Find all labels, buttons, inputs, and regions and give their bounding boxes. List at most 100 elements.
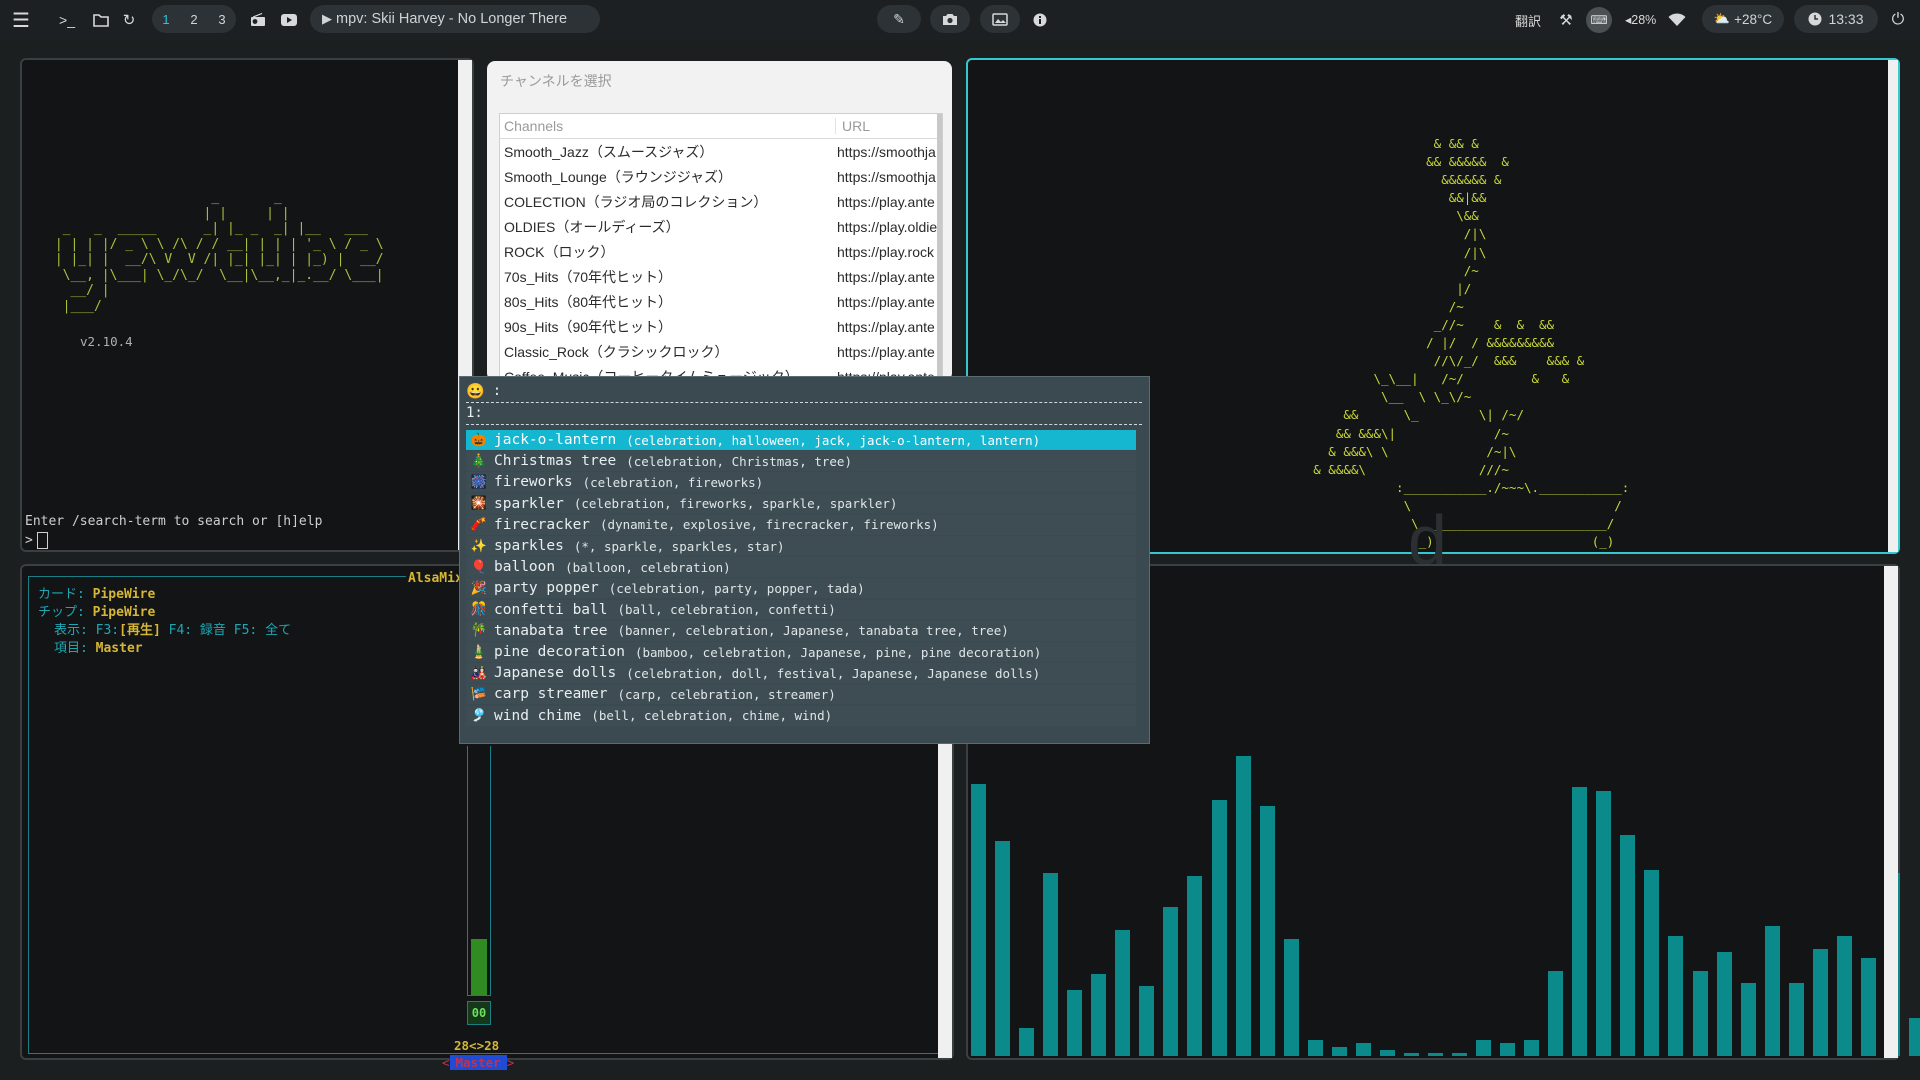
text-cursor [36,532,48,549]
emoji-list-item[interactable]: 🎊 confetti ball (ball, celebration, confet… [466,599,1136,620]
clock-pill[interactable]: 13:33 [1794,5,1878,33]
channel-row[interactable]: COLECTION（ラジオ局のコレクション） https://play.ante [500,189,941,214]
terminal-window[interactable]: _ _ | | | | _ _ _____ _| |_ _ _| |__ ___… [20,58,474,552]
emoji-keywords: (celebration, halloween, jack, jack-o-la… [626,432,1041,448]
emoji-list-item[interactable]: 🎉 party popper (celebration, party, popper… [466,578,1136,599]
emoji-list-item[interactable]: 🎄 Christmas tree (celebration, Christmas, … [466,451,1136,472]
translate-label[interactable]: 翻訳 [1515,11,1541,30]
emoji-list-item[interactable]: 🎋 tanabata tree (banner, celebration, Japa… [466,620,1136,641]
version-label: v2.10.4 [80,334,133,349]
image-icon [992,12,1008,26]
screenshot-button[interactable] [930,5,970,33]
hamburger-icon[interactable]: ☰ [9,8,33,32]
emoji-list-item[interactable]: 🎎 Japanese dolls (celebration, doll, festi… [466,663,1136,684]
folder-icon[interactable] [89,8,113,32]
command-line[interactable]: > [25,532,48,549]
emoji-name: carp streamer [494,686,608,703]
workspace-3[interactable]: 3 [210,12,234,27]
channel-row[interactable]: 70s_Hits（70年代ヒット） https://play.ante [500,264,941,289]
channel-table[interactable]: Channels URL Smooth_Jazz（スムースジャズ） https:/… [499,113,943,381]
volume-indicator[interactable]: ◂28% [1625,12,1656,27]
wifi-icon[interactable] [1665,8,1689,32]
table-scrollbar[interactable] [937,114,942,381]
emoji-glyph: ✨ [470,538,488,554]
channel-name-cell: Smooth_Jazz（スムースジャズ） [504,143,714,160]
camera-icon [943,13,957,25]
gallery-button[interactable] [980,5,1020,33]
emoji-list-item[interactable]: 🎍 pine decoration (bamboo, celebration, Ja… [466,642,1136,662]
visualizer-scrollbar[interactable] [1884,566,1898,1058]
terminal-prompt-icon[interactable]: >_ [55,8,79,32]
visualizer-bar [1788,983,1804,1056]
workspace-1[interactable]: 1 [154,12,178,27]
channel-row[interactable]: ROCK（ロック） https://play.rock [500,239,941,264]
alsamixer-title: AlsaMix [406,571,465,586]
emoji-list-item[interactable]: 🎏 carp streamer (carp, celebration, stream… [466,684,1136,705]
channel-row[interactable]: 90s_Hits（90年代ヒット） https://play.ante [500,314,941,339]
emoji-name: balloon [494,559,556,576]
top-bar: ☰ >_ ↻ 1 2 3 ▶ mpv: Skii Harvey - No Lon… [0,0,1920,40]
prompt-colon: : [492,383,502,399]
keyboard-button[interactable]: ⌨ [1586,7,1612,33]
media-player-pill[interactable]: ▶ mpv: Skii Harvey - No Longer There [310,5,600,33]
workspace-2[interactable]: 2 [182,12,206,27]
channel-name: Master [449,1055,507,1070]
column-header-channels[interactable]: Channels [500,118,836,134]
settings-tool-icon[interactable]: ⚒ [1554,8,1578,32]
emoji-name: Japanese dolls [494,665,617,682]
pen-button[interactable]: ✎ [877,5,921,33]
ascii-logo: _ _ | | | | _ _ _____ _| |_ _ _| |__ ___… [54,190,384,314]
emoji-picker[interactable]: 😀 : 1: 🎃 jack-o-lantern (celebration, hall… [459,376,1150,744]
media-title: mpv: Skii Harvey - No Longer There [336,11,568,27]
dialog-title: チャンネルを選択 [500,73,612,89]
picker-prompt[interactable]: 😀 : [466,382,501,400]
view-f5[interactable]: F5: 全て [234,623,291,638]
emoji-list-item[interactable]: 🎃 jack-o-lantern (celebration, halloween, … [466,430,1136,450]
channel-row[interactable]: Classic_Rock（クラシックロック） https://play.ante [500,339,941,364]
channel-row[interactable]: 80s_Hits（80年代ヒット） https://play.ante [500,289,941,314]
info-icon[interactable] [1028,8,1052,32]
channel-url-cell: https://play.ante [837,318,935,335]
visualizer-bar [1091,974,1107,1056]
channel-row[interactable]: OLDIES（オールディーズ） https://play.oldie [500,214,941,239]
channel-row[interactable]: Smooth_Lounge（ラウンジジャズ） https://smoothja [500,164,941,189]
emoji-list-item[interactable]: 🎐 wind chime (bell, celebration, chime, wi… [466,705,1136,726]
power-icon[interactable]: ⏻ [1886,8,1910,32]
mute-indicator[interactable]: 00 [467,1001,491,1025]
visualizer-bar [1692,971,1708,1056]
visualizer-bar [1764,926,1780,1056]
search-query[interactable]: 1: [466,405,483,421]
view-f4[interactable]: F4: 録音 [169,623,226,638]
emoji-keywords: (bell, celebration, chime, wind) [591,708,833,724]
weather-pill[interactable]: ⛅ +28°C [1702,5,1784,33]
master-slider-track[interactable] [467,746,491,996]
visualizer-bar [1307,1040,1323,1056]
play-icon[interactable]: ▶ [322,11,332,27]
visualizer-bar [1115,930,1131,1056]
emoji-list-item[interactable]: 🎆 fireworks (celebration, fireworks) [466,472,1136,493]
radio-icon[interactable] [246,8,270,32]
column-header-url[interactable]: URL [836,118,870,134]
emoji-list-item[interactable]: 🧨 firecracker (dynamite, explosive, firecr… [466,514,1136,535]
emoji-list-item[interactable]: 🎇 sparkler (celebration, fireworks, sparkl… [466,493,1136,514]
emoji-glyph: 🎏 [470,686,488,702]
channel-row[interactable]: Smooth_Jazz（スムースジャズ） https://smoothja [500,139,941,164]
visualizer-bar [1403,1053,1419,1056]
emoji-list-item[interactable]: 🎈 balloon (balloon, celebration) [466,557,1136,578]
channel-url-cell: https://play.ante [837,193,935,210]
chip-value: PipeWire [92,605,156,620]
channel-name-cell: Smooth_Lounge（ラウンジジャズ） [504,168,733,185]
visualizer-bar [1740,983,1756,1056]
view-f3[interactable]: F3:[再生] [96,623,161,638]
refresh-icon[interactable]: ↻ [117,8,141,32]
youtube-icon[interactable] [277,8,301,32]
emoji-glyph: 🎇 [470,496,488,512]
channel-selector[interactable]: < Master > [442,1055,514,1070]
emoji-name: sparkles [494,538,564,554]
emoji-keywords: (celebration, Christmas, tree) [626,453,852,469]
emoji-keywords: (dynamite, explosive, firecracker, firew… [600,517,939,533]
master-slider-fill [471,939,487,995]
art-scrollbar[interactable] [1888,60,1898,552]
emoji-list-item[interactable]: ✨ sparkles (*, sparkle, sparkles, star) [466,536,1136,556]
visualizer-bar [1019,1028,1035,1056]
